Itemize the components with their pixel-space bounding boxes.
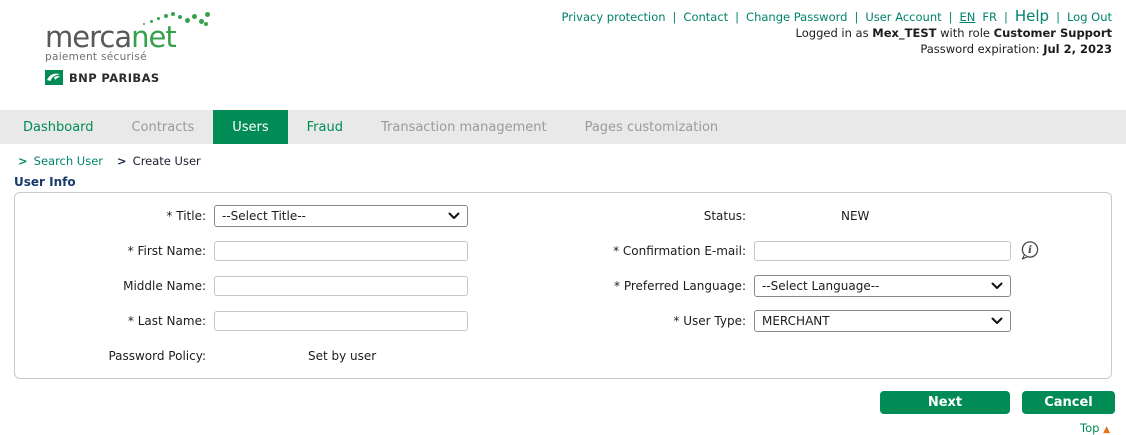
breadcrumb-create-user: > Create User — [117, 154, 201, 168]
user-type-row: * User Type: MERCHANT — [564, 303, 1113, 338]
title-label: * Title: — [15, 209, 214, 223]
middle-name-input[interactable] — [214, 276, 468, 296]
back-to-top-link[interactable]: Top ▲ — [0, 421, 1110, 435]
help-link[interactable]: Help — [1015, 7, 1049, 25]
status-label: Status: — [564, 209, 754, 223]
main-nav: Dashboard Contracts Users Fraud Transact… — [0, 110, 1126, 144]
status-value: NEW — [754, 209, 869, 223]
title-select-value: --Select Title-- — [222, 209, 306, 223]
contact-link[interactable]: Contact — [683, 10, 728, 24]
bnp-paribas-text: BNP PARIBAS — [69, 71, 160, 85]
middle-name-row: Middle Name: — [15, 268, 564, 303]
next-button[interactable]: Next — [880, 391, 1010, 414]
password-expiration-date: Jul 2, 2023 — [1043, 42, 1112, 56]
title-select[interactable]: --Select Title-- — [214, 205, 468, 227]
mercanet-logo: mercanet paiement sécurisé — [45, 22, 215, 85]
chevron-right-icon: > — [18, 154, 28, 168]
form-actions: Next Cancel — [0, 391, 1115, 414]
user-type-select-value: MERCHANT — [762, 314, 830, 328]
title-row: * Title: --Select Title-- — [15, 198, 564, 233]
up-arrow-icon: ▲ — [1103, 425, 1110, 435]
tab-users[interactable]: Users — [213, 110, 287, 144]
separator: | — [735, 10, 739, 24]
separator: | — [949, 10, 953, 24]
privacy-protection-link[interactable]: Privacy protection — [562, 10, 666, 24]
first-name-label: * First Name: — [15, 244, 214, 258]
last-name-input[interactable] — [214, 311, 468, 331]
chevron-down-icon — [448, 212, 460, 220]
logout-link[interactable]: Log Out — [1067, 10, 1112, 24]
user-account-link[interactable]: User Account — [865, 10, 941, 24]
breadcrumb-link-label: Search User — [34, 154, 103, 168]
svg-text:i: i — [1028, 244, 1032, 256]
user-role: Customer Support — [994, 26, 1112, 40]
chevron-down-icon — [991, 282, 1003, 290]
preferred-language-select-value: --Select Language-- — [762, 279, 879, 293]
tab-fraud[interactable]: Fraud — [288, 110, 362, 144]
preferred-language-select[interactable]: --Select Language-- — [754, 275, 1011, 297]
utility-nav: Privacy protection | Contact | Change Pa… — [562, 7, 1113, 25]
status-row: Status: NEW — [564, 198, 1113, 233]
info-icon[interactable]: i — [1019, 240, 1041, 262]
section-title-user-info: User Info — [14, 175, 1126, 189]
password-expiration: Password expiration: Jul 2, 2023 — [920, 42, 1112, 56]
empty-cell — [564, 338, 1113, 373]
cancel-button[interactable]: Cancel — [1022, 391, 1115, 414]
tab-dashboard[interactable]: Dashboard — [4, 110, 113, 144]
password-policy-row: Password Policy: Set by user — [15, 338, 564, 373]
last-name-row: * Last Name: — [15, 303, 564, 338]
confirmation-email-row: * Confirmation E-mail: i — [564, 233, 1113, 268]
chevron-down-icon — [991, 317, 1003, 325]
logged-in-prefix: Logged in as — [796, 26, 869, 40]
user-type-label: * User Type: — [564, 314, 754, 328]
separator: | — [1004, 10, 1008, 24]
preferred-language-row: * Preferred Language: --Select Language-… — [564, 268, 1113, 303]
separator: | — [854, 10, 858, 24]
language-fr-link[interactable]: FR — [982, 10, 997, 24]
confirmation-email-label: * Confirmation E-mail: — [564, 244, 754, 258]
page-header: Privacy protection | Contact | Change Pa… — [0, 0, 1126, 110]
change-password-link[interactable]: Change Password — [746, 10, 847, 24]
middle-name-label: Middle Name: — [15, 279, 214, 293]
separator: | — [673, 10, 677, 24]
logo-dots-decoration — [141, 10, 211, 28]
separator: | — [1056, 10, 1060, 24]
confirmation-email-input[interactable] — [754, 241, 1011, 261]
password-expiration-label: Password expiration: — [920, 42, 1039, 56]
user-info-panel: * Title: --Select Title-- Status: NEW * … — [14, 192, 1112, 379]
brand-gray-part: merca — [45, 20, 131, 54]
first-name-input[interactable] — [214, 241, 468, 261]
username: Mex_TEST — [872, 26, 936, 40]
bnp-paribas-icon — [45, 70, 63, 85]
breadcrumb: > Search User > Create User — [0, 144, 1126, 168]
breadcrumb-current-label: Create User — [133, 154, 201, 168]
password-policy-value: Set by user — [214, 349, 376, 363]
logged-in-mid: with role — [940, 26, 990, 40]
top-label: Top — [1080, 421, 1099, 435]
language-en-link[interactable]: EN — [960, 10, 976, 24]
brand-wordmark: mercanet — [45, 22, 215, 52]
bnp-paribas-logo: BNP PARIBAS — [45, 70, 215, 85]
first-name-row: * First Name: — [15, 233, 564, 268]
chevron-right-icon: > — [117, 154, 127, 168]
tab-contracts: Contracts — [113, 110, 214, 144]
breadcrumb-search-user[interactable]: > Search User — [18, 154, 103, 168]
tab-transaction-management: Transaction management — [362, 110, 566, 144]
last-name-label: * Last Name: — [15, 314, 214, 328]
user-type-select[interactable]: MERCHANT — [754, 310, 1011, 332]
logged-in-status: Logged in as Mex_TEST with role Customer… — [796, 26, 1112, 40]
tab-pages-customization: Pages customization — [566, 110, 738, 144]
preferred-language-label: * Preferred Language: — [564, 279, 754, 293]
password-policy-label: Password Policy: — [15, 349, 214, 363]
